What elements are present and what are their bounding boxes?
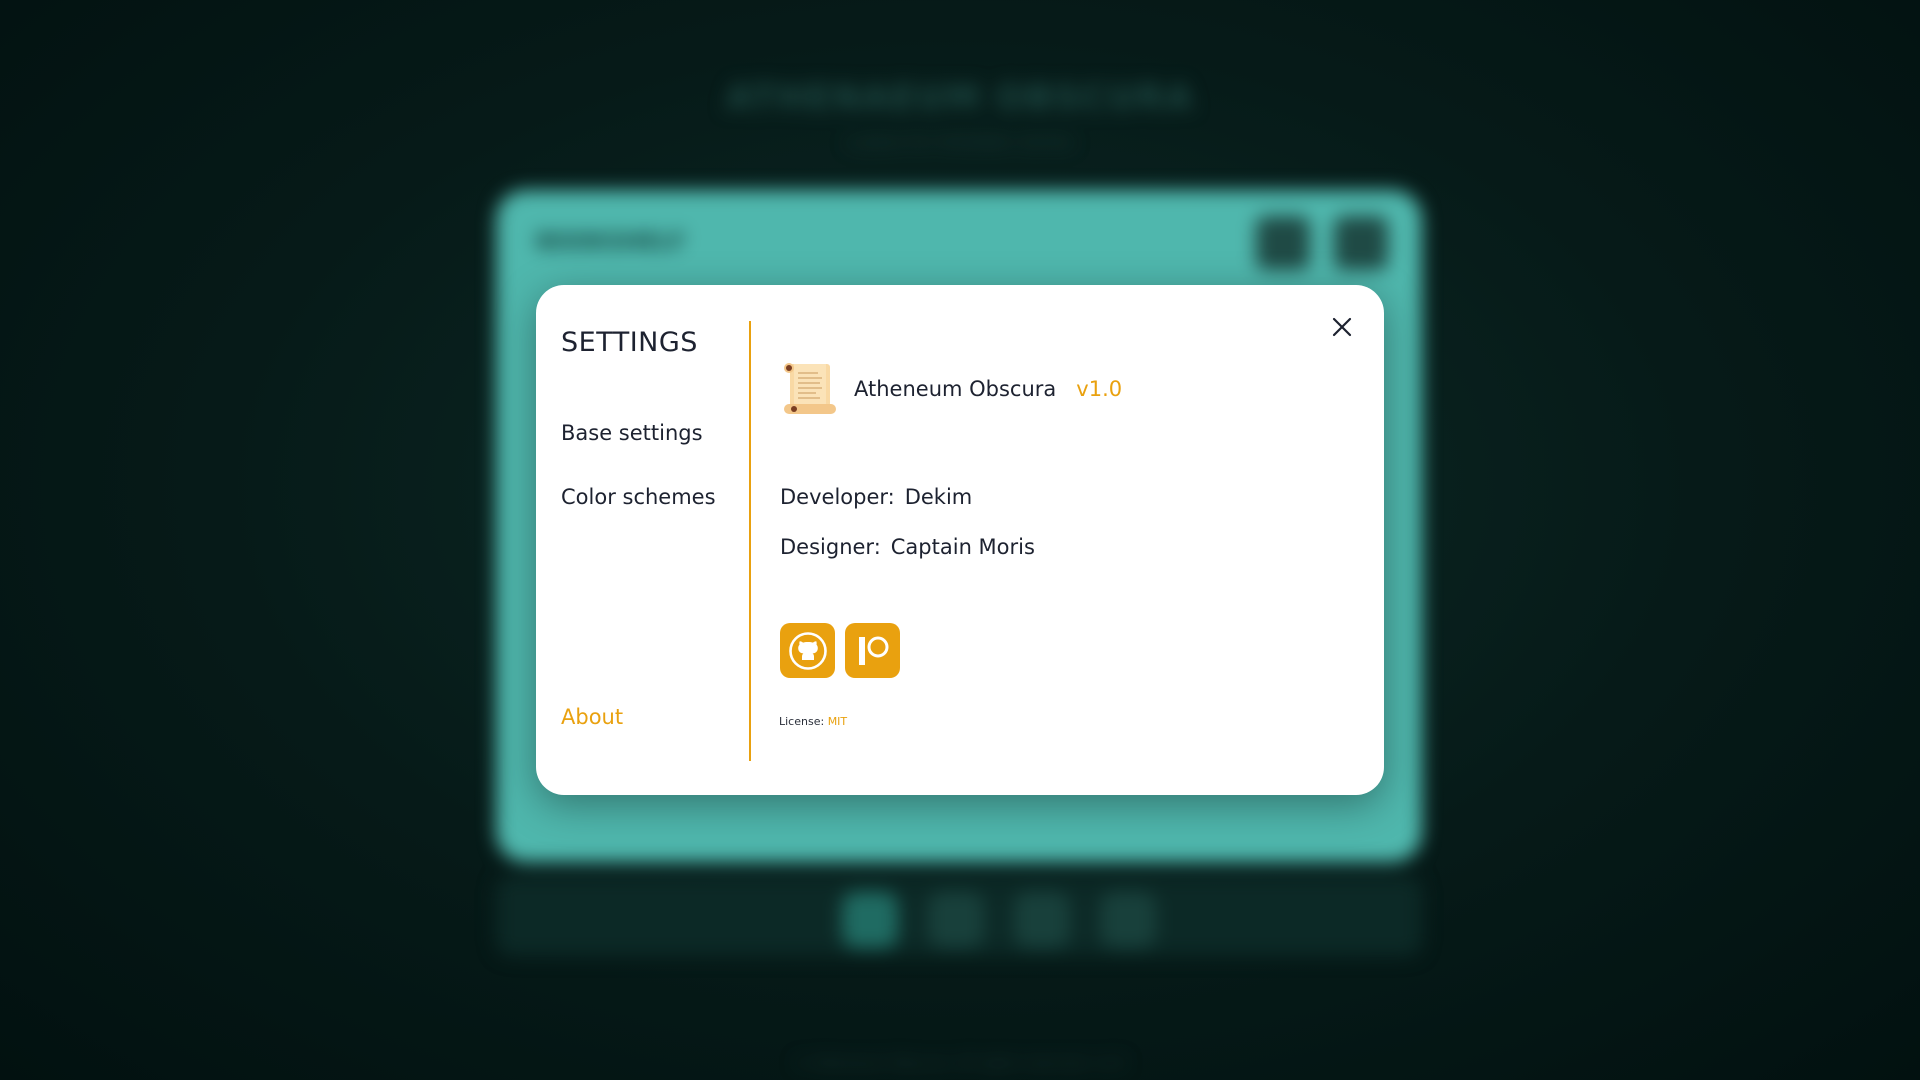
background-card-button bbox=[1334, 216, 1388, 270]
background-app-title: ATHENAEUM OBSCURA bbox=[725, 78, 1195, 118]
license-info: License: MIT bbox=[779, 715, 847, 728]
settings-heading: SETTINGS bbox=[561, 327, 698, 358]
app-version: v1.0 bbox=[1076, 377, 1123, 401]
designer-credit: Designer: Captain Moris bbox=[780, 535, 1035, 559]
license-label: License: bbox=[779, 715, 825, 728]
about-panel: Atheneum Obscura v1.0 Developer: Dekim De… bbox=[779, 285, 1384, 795]
developer-credit: Developer: Dekim bbox=[780, 485, 972, 509]
background-dock bbox=[496, 876, 1422, 956]
app-name: Atheneum Obscura bbox=[854, 377, 1057, 401]
screen: ATHENAEUM OBSCURA a place for forbidden … bbox=[0, 0, 1920, 1080]
license-link[interactable]: MIT bbox=[828, 715, 847, 728]
background-footer: © Atheneum Obscura. All rights reserved.… bbox=[795, 1056, 1125, 1072]
scroll-icon bbox=[784, 363, 836, 414]
settings-sidebar: SETTINGS Base settings Color schemes Abo… bbox=[536, 285, 750, 795]
settings-modal: SETTINGS Base settings Color schemes Abo… bbox=[536, 285, 1384, 795]
designer-name: Captain Moris bbox=[890, 535, 1035, 559]
background-dock-button bbox=[1014, 892, 1070, 948]
github-link-button[interactable] bbox=[780, 623, 835, 678]
app-info-row: Atheneum Obscura v1.0 bbox=[780, 359, 1122, 419]
background-card-button bbox=[1256, 216, 1310, 270]
patreon-icon bbox=[858, 636, 888, 665]
nav-item-about[interactable]: About bbox=[561, 705, 623, 729]
sidebar-divider bbox=[749, 321, 751, 761]
developer-label: Developer: bbox=[780, 485, 895, 509]
background-dock-button bbox=[842, 892, 898, 948]
nav-item-base-settings[interactable]: Base settings bbox=[561, 421, 703, 445]
designer-label: Designer: bbox=[780, 535, 881, 559]
background-dock-button bbox=[1100, 892, 1156, 948]
developer-name: Dekim bbox=[904, 485, 973, 509]
background-card-title: BOOKSHELF bbox=[536, 230, 686, 255]
nav-item-color-schemes[interactable]: Color schemes bbox=[561, 485, 716, 509]
social-links bbox=[780, 623, 900, 678]
background-dock-button bbox=[928, 892, 984, 948]
github-icon bbox=[788, 631, 827, 670]
patreon-link-button[interactable] bbox=[845, 623, 900, 678]
background-app-subtitle: a place for forbidden stories bbox=[847, 132, 1073, 151]
